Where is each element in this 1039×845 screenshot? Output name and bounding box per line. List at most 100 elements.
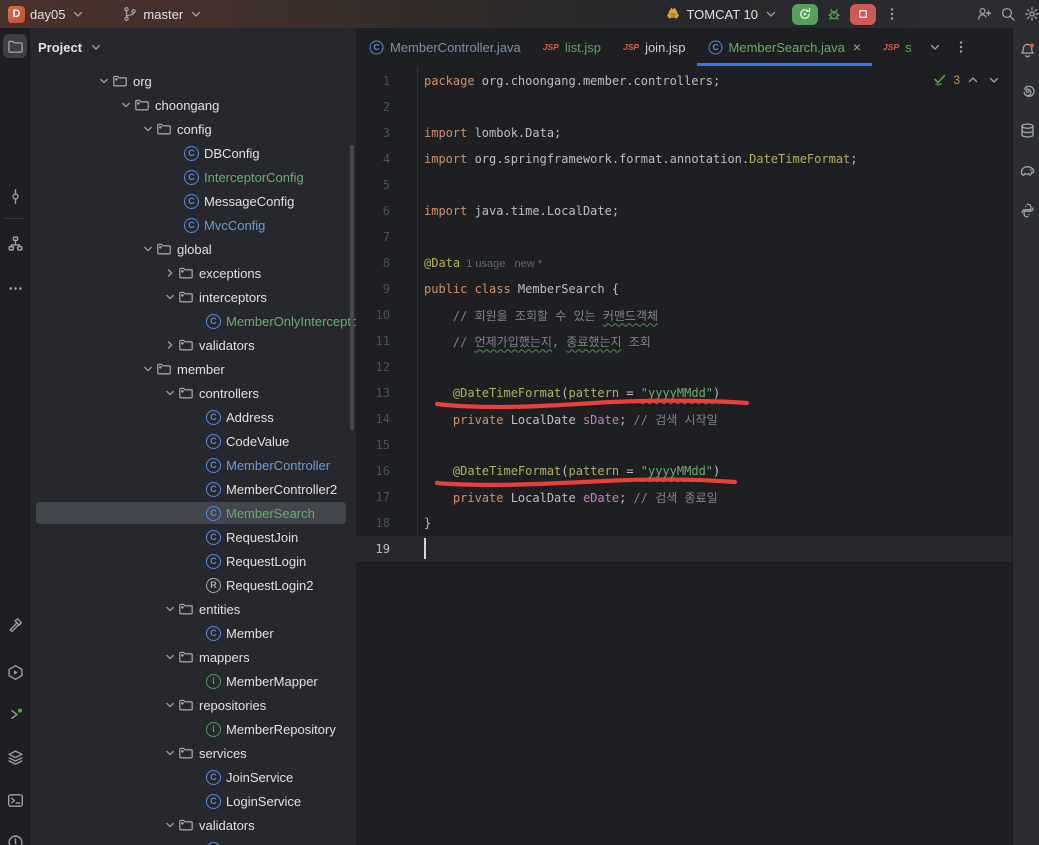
main-toolbar: D day05 master TOMCAT 10 <box>0 0 1039 28</box>
tree-item-label: LoginService <box>226 793 302 809</box>
tree-item-org[interactable]: org <box>30 69 356 93</box>
tree-item-validators[interactable]: validators <box>30 813 356 837</box>
kebab-icon[interactable] <box>953 39 969 55</box>
class-icon: C <box>206 313 221 329</box>
tab-MemberSearch.java[interactable]: C MemberSearch.java × <box>696 28 873 66</box>
project-panel-header[interactable]: Project <box>30 28 356 66</box>
code-line-6[interactable]: 6 import java.time.LocalDate; <box>356 198 1012 224</box>
run-configuration-widget[interactable]: TOMCAT 10 <box>660 4 784 24</box>
tree-item-repositories[interactable]: repositories <box>30 693 356 717</box>
chevron-down-icon[interactable] <box>986 72 1002 88</box>
tree-item-MemberOnlyInterceptor[interactable]: C MemberOnlyInterceptor <box>30 309 356 333</box>
tree-item-MemberMapper[interactable]: I MemberMapper <box>30 669 356 693</box>
build-hammer-icon[interactable] <box>3 613 27 637</box>
tree-item-mappers[interactable]: mappers <box>30 645 356 669</box>
tree-item-global[interactable]: global <box>30 237 356 261</box>
tree-item-config[interactable]: config <box>30 117 356 141</box>
code-line-15[interactable]: 15 <box>356 432 1012 458</box>
notifications-bell-icon[interactable] <box>1015 38 1039 62</box>
structure-icon[interactable] <box>3 231 27 255</box>
rerun-button[interactable] <box>792 3 818 25</box>
tree-item-MemberSearch[interactable]: C MemberSearch <box>30 501 356 525</box>
tree-item-MemberController2[interactable]: C MemberController2 <box>30 477 356 501</box>
more-icon[interactable] <box>3 276 27 300</box>
code-line-16[interactable]: 16 @DateTimeFormat(pattern = "yyyyMMdd") <box>356 458 1012 484</box>
code-line-13[interactable]: 13 @DateTimeFormat(pattern = "yyyyMMdd") <box>356 380 1012 406</box>
folder-icon <box>178 745 194 761</box>
tree-item-MessageConfig[interactable]: C MessageConfig <box>30 189 356 213</box>
tree-item-Member[interactable]: C Member <box>30 621 356 645</box>
code-line-19[interactable]: 19 <box>356 536 1012 562</box>
code-line-10[interactable]: 10 // 회원을 조회할 수 있는 커맨드객체 <box>356 302 1012 328</box>
tab-MemberController.java[interactable]: C MemberController.java <box>358 28 532 66</box>
code-line-5[interactable]: 5 <box>356 172 1012 198</box>
tree-item-DBConfig[interactable]: C DBConfig <box>30 141 356 165</box>
kebab-icon[interactable] <box>884 6 900 22</box>
tree-item-LoginService[interactable]: C LoginService <box>30 789 356 813</box>
tree-item-label: MemberController2 <box>226 481 338 497</box>
tree-item-validators[interactable]: validators <box>30 333 356 357</box>
chevron-down-icon[interactable] <box>927 39 943 55</box>
tree-item-entities[interactable]: entities <box>30 597 356 621</box>
tree-item-RequestJoin[interactable]: C RequestJoin <box>30 525 356 549</box>
database-icon[interactable] <box>1015 118 1039 142</box>
close-icon[interactable]: × <box>853 39 861 55</box>
tree-item-Address[interactable]: C Address <box>30 405 356 429</box>
services-icon[interactable] <box>3 702 27 726</box>
project-widget[interactable]: day05 <box>25 4 91 24</box>
folder-icon <box>178 601 194 617</box>
tree-item-JoinService[interactable]: C JoinService <box>30 765 356 789</box>
code-line-4[interactable]: 4 import org.springframework.format.annot… <box>356 146 1012 172</box>
tree-item-partial[interactable]: C <box>30 837 356 845</box>
tree-item-interceptors[interactable]: interceptors <box>30 285 356 309</box>
code-line-1[interactable]: 1 package org.choongang.member.controller… <box>356 68 1012 94</box>
tree-item-RequestLogin[interactable]: C RequestLogin <box>30 549 356 573</box>
debug-icon[interactable] <box>826 6 842 22</box>
tree-item-InterceptorConfig[interactable]: C InterceptorConfig <box>30 165 356 189</box>
commit-icon[interactable] <box>3 184 27 208</box>
layers-icon[interactable] <box>3 745 27 769</box>
code-line-9[interactable]: 9 public class MemberSearch { <box>356 276 1012 302</box>
tree-item-services[interactable]: services <box>30 741 356 765</box>
code-line-14[interactable]: 14 private LocalDate sDate; // 검색 시작일 <box>356 406 1012 432</box>
code-editor[interactable]: 1 package org.choongang.member.controller… <box>356 66 1012 845</box>
code-line-3[interactable]: 3 import lombok.Data; <box>356 120 1012 146</box>
terminal-icon[interactable] <box>3 788 27 812</box>
gear-icon[interactable] <box>1024 6 1039 22</box>
add-user-icon[interactable] <box>976 6 992 22</box>
tree-item-choongang[interactable]: choongang <box>30 93 356 117</box>
tree-item-MvcConfig[interactable]: C MvcConfig <box>30 213 356 237</box>
tree-item-label: Address <box>226 409 274 425</box>
tab-join.jsp[interactable]: JSP join.jsp <box>612 28 697 66</box>
code-line-11[interactable]: 11 // 언제가입했는지, 종료했는지 조회 <box>356 328 1012 354</box>
tab-list.jsp[interactable]: JSP list.jsp <box>532 28 612 66</box>
tree-item-member[interactable]: member <box>30 357 356 381</box>
stop-button[interactable] <box>850 3 876 25</box>
code-line-18[interactable]: 18} <box>356 510 1012 536</box>
code-line-2[interactable]: 2 <box>356 94 1012 120</box>
tree-item-RequestLogin2[interactable]: R RequestLogin2 <box>30 573 356 597</box>
tree-item-CodeValue[interactable]: C CodeValue <box>30 429 356 453</box>
code-line-12[interactable]: 12 <box>356 354 1012 380</box>
code-line-8[interactable]: 8 @Data 1 usage new * <box>356 250 1012 276</box>
tree-item-MemberRepository[interactable]: I MemberRepository <box>30 717 356 741</box>
tree-item-controllers[interactable]: controllers <box>30 381 356 405</box>
gradle-elephant-icon[interactable] <box>1015 158 1039 182</box>
tab-s[interactable]: JSP s <box>872 28 923 66</box>
tree-item-MemberController[interactable]: C MemberController <box>30 453 356 477</box>
project-folder-icon[interactable] <box>3 34 27 58</box>
tree-item-label: controllers <box>199 385 259 401</box>
code-line-17[interactable]: 17 private LocalDate eDate; // 검색 종료일 <box>356 484 1012 510</box>
chevron-up-icon[interactable] <box>965 72 981 88</box>
inspections-widget[interactable]: 3 <box>932 72 1002 88</box>
code-line-7[interactable]: 7 <box>356 224 1012 250</box>
tree-item-exceptions[interactable]: exceptions <box>30 261 356 285</box>
branch-widget[interactable]: master <box>117 4 209 24</box>
ai-swirl-icon[interactable] <box>1015 78 1039 102</box>
run-window-icon[interactable] <box>3 660 27 684</box>
problems-icon[interactable] <box>3 830 27 845</box>
code-text: // 언제가입했는지, 종료했는지 조회 <box>452 334 651 349</box>
search-icon[interactable] <box>1000 6 1016 22</box>
tree-scrollbar[interactable] <box>350 145 354 430</box>
python-plugin-icon[interactable] <box>1015 198 1039 222</box>
